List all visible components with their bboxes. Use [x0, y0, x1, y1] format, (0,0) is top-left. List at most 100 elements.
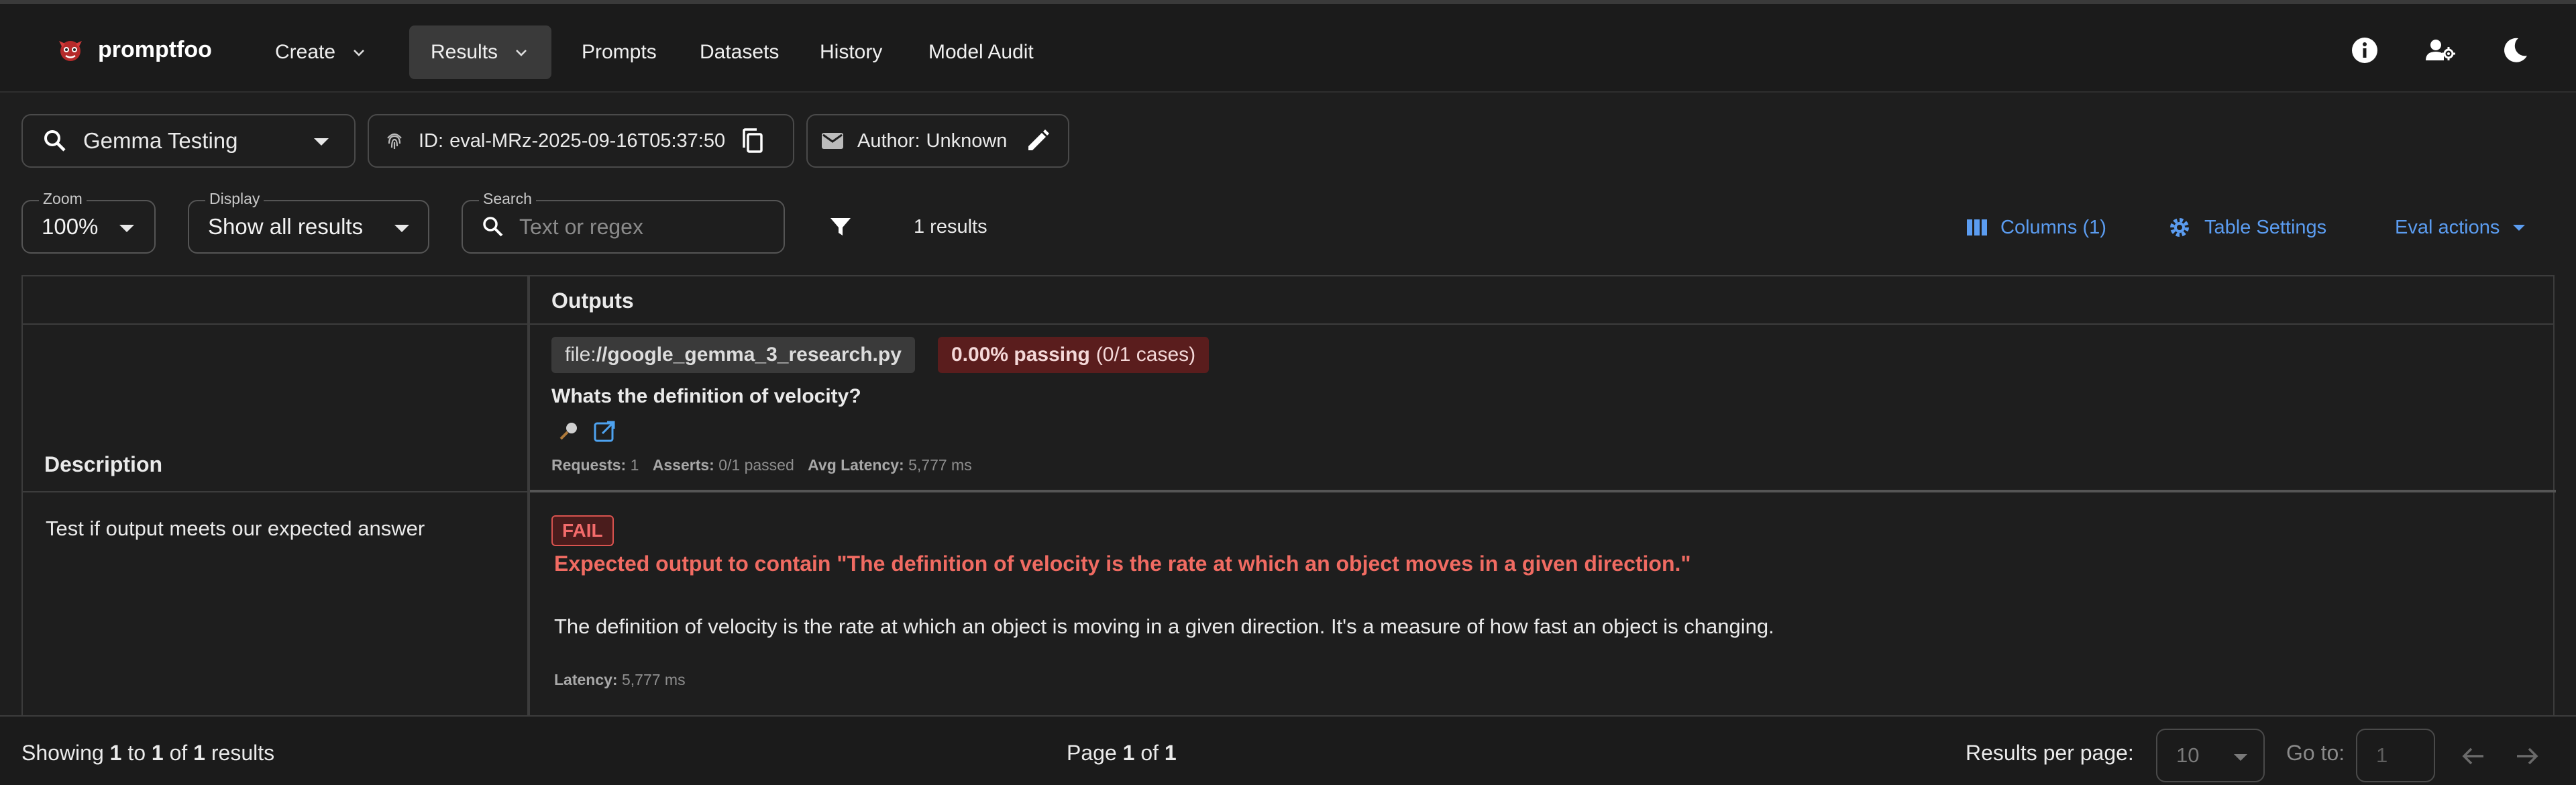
description-header: Description [44, 452, 163, 476]
search-legend: Search [479, 190, 536, 208]
requests-value: 1 [630, 456, 639, 474]
filter-icon[interactable] [828, 215, 853, 239]
asserts-label: Asserts: [652, 456, 714, 474]
author-value: Unknown [926, 129, 1008, 152]
dropdown-arrow-icon [314, 138, 329, 146]
zoom-select[interactable]: Zoom 100% [21, 190, 156, 254]
output-stats: Requests: 1 Asserts: 0/1 passed Avg Late… [551, 456, 972, 474]
status-badge: FAIL [551, 515, 614, 546]
search-icon [483, 217, 503, 237]
showing-results-word: results [211, 741, 275, 765]
columns-button[interactable]: Columns (1) [1966, 209, 2106, 246]
columns-label: Columns (1) [2000, 216, 2106, 238]
dropdown-arrow-icon [2234, 754, 2247, 761]
dropdown-arrow-icon [2513, 224, 2526, 231]
outputs-header: Outputs [551, 289, 634, 313]
showing-total: 1 [193, 741, 205, 765]
zoom-legend: Zoom [39, 190, 87, 208]
page-total: 1 [1164, 741, 1177, 765]
provider-file-tag: file: //google_gemma_3_research.py [551, 337, 915, 373]
dark-mode-icon[interactable] [2498, 34, 2532, 67]
eval-selector[interactable]: Gemma Testing [21, 114, 356, 168]
row-output: The definition of velocity is the rate a… [554, 615, 1774, 638]
brand[interactable]: promptfoo [55, 31, 212, 68]
pass-rate-tag: 0.00% passing (0/1 cases) [938, 337, 1210, 373]
column-divider [527, 276, 530, 717]
header-divider [23, 323, 2553, 325]
row-description: Test if output meets our expected answer [46, 517, 425, 540]
goto-label: Go to: [2286, 741, 2345, 765]
magnifier-icon[interactable] [558, 420, 580, 441]
showing-label: Showing [21, 741, 104, 765]
brand-name: promptfoo [98, 36, 212, 62]
dropdown-arrow-icon [119, 225, 134, 232]
display-legend: Display [205, 190, 264, 208]
info-icon[interactable] [2348, 34, 2381, 67]
nav-datasets[interactable]: Datasets [678, 25, 800, 79]
chevron-down-icon [516, 50, 527, 56]
columns-icon [1967, 219, 1987, 235]
results-table: Outputs file: //google_gemma_3_research.… [21, 275, 2556, 717]
eval-id-chip: ID: eval-MRz-2025-09-16T05:37:50 [368, 114, 794, 168]
showing-from: 1 [109, 741, 122, 765]
fingerprint-icon [387, 133, 402, 149]
author-label: Author: [857, 129, 920, 152]
results-count: 1 results [914, 216, 987, 238]
display-select[interactable]: Display Show all results [188, 190, 429, 254]
avg-latency-value: 5,777 ms [908, 456, 972, 474]
promptfoo-logo-icon [59, 41, 82, 61]
latency-value: 5,777 ms [621, 671, 686, 688]
showing-to-word: to [127, 741, 146, 765]
nav-history[interactable]: History [798, 25, 904, 79]
search-icon [44, 130, 66, 152]
gear-icon [2170, 218, 2189, 237]
asserts-value: 0/1 passed [718, 456, 794, 474]
nav-create[interactable]: Create [254, 25, 389, 79]
email-icon [822, 133, 843, 149]
edit-pencil-icon[interactable] [1026, 129, 1050, 153]
showing-summary: Showing 1 to 1 of 1 results [21, 741, 274, 766]
showing-of-word: of [169, 741, 188, 765]
file-prefix: file: [565, 344, 596, 366]
previous-page-icon[interactable] [2459, 742, 2487, 770]
table-settings-button[interactable]: Table Settings [2167, 209, 2326, 246]
showing-to: 1 [151, 741, 164, 765]
pass-cases: (0/1 cases) [1095, 344, 1196, 366]
nav-model-audit[interactable]: Model Audit [907, 25, 1055, 79]
fail-reason: Expected output to contain "The definiti… [554, 552, 1691, 576]
avg-latency-label: Avg Latency: [808, 456, 904, 474]
display-value: Show all results [208, 214, 364, 239]
goto-input[interactable]: 1 [2356, 729, 2435, 782]
page-current: 1 [1122, 741, 1135, 765]
nav-create-label: Create [275, 41, 336, 63]
header-bottom-divider-right [530, 490, 2556, 492]
author-chip: Author: Unknown [806, 114, 1069, 168]
copy-icon[interactable] [740, 127, 765, 154]
prompt-text: Whats the definition of velocity? [551, 385, 861, 407]
search-field[interactable]: Search Text or regex [462, 190, 785, 254]
nav-results[interactable]: Results [409, 25, 552, 79]
nav-prompts[interactable]: Prompts [560, 25, 678, 79]
dropdown-arrow-icon [394, 225, 409, 232]
page-of-word: of [1140, 741, 1159, 765]
per-page-select[interactable]: 10 [2156, 729, 2265, 782]
page-indicator: Page 1 of 1 [1067, 741, 1177, 766]
eval-name: Gemma Testing [83, 128, 238, 153]
open-external-icon[interactable] [593, 420, 616, 443]
file-name: //google_gemma_3_research.py [596, 344, 902, 366]
pass-rate: 0.00% passing [951, 344, 1090, 366]
chevron-down-icon [354, 50, 364, 56]
row-latency: Latency: 5,777 ms [554, 671, 686, 689]
per-page-label: Results per page: [1966, 741, 2134, 765]
user-settings-icon[interactable] [2423, 34, 2457, 67]
table-settings-label: Table Settings [2204, 216, 2327, 238]
goto-placeholder: 1 [2376, 743, 2388, 767]
top-navigation: promptfoo Create Results Prompts Dataset… [0, 0, 2576, 93]
eval-id-value: eval-MRz-2025-09-16T05:37:50 [449, 129, 726, 152]
nav-results-label: Results [431, 41, 498, 63]
page-word: Page [1067, 741, 1117, 765]
next-page-icon[interactable] [2513, 742, 2541, 770]
zoom-value: 100% [42, 214, 99, 239]
eval-actions-button[interactable]: Eval actions [2395, 209, 2526, 246]
eval-actions-label: Eval actions [2395, 216, 2500, 238]
